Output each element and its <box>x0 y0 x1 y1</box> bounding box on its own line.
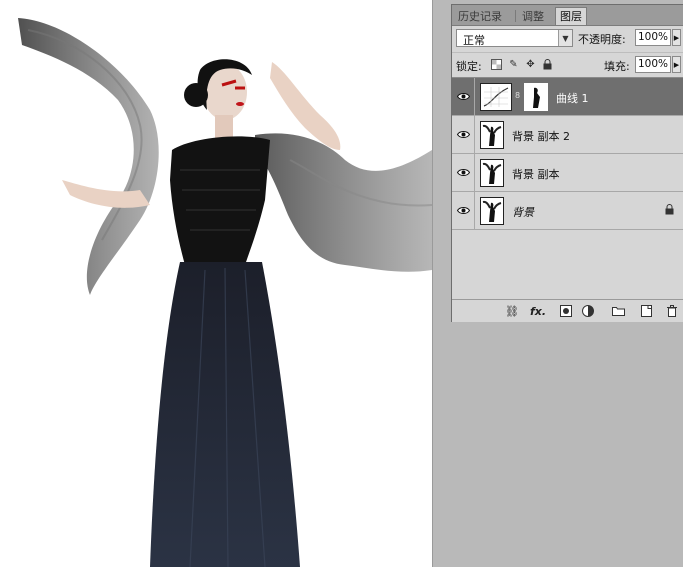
group-folder-icon[interactable] <box>610 303 626 319</box>
lock-label: 锁定: <box>456 60 482 73</box>
new-layer-icon[interactable] <box>638 303 654 319</box>
layer-thumbnail <box>480 121 504 149</box>
lock-icon <box>665 204 674 218</box>
eye-visibility-icon[interactable] <box>452 154 475 191</box>
layer-name: 背景 副本 <box>512 168 560 181</box>
lock-all-icon[interactable] <box>542 59 553 70</box>
layer-thumbnail <box>480 159 504 187</box>
trash-icon[interactable] <box>664 303 680 319</box>
fill-label: 填充: <box>604 60 630 73</box>
opacity-label: 不透明度: <box>578 33 626 46</box>
layer-row-curves-1[interactable]: 8 曲线 1 <box>452 78 683 116</box>
layer-name: 曲线 1 <box>556 92 589 105</box>
blend-mode-value: 正常 <box>463 34 485 47</box>
lock-position-move-icon[interactable]: ✥ <box>525 59 536 70</box>
layers-panel: 历史记录 调整 图层 正常 ▼ 不透明度: 100% ▶ 锁定: ✎ ✥ 填充:… <box>451 4 683 322</box>
layers-panel-toolbar: ⛓ fx. <box>452 299 683 322</box>
blend-mode-select[interactable]: 正常 ▼ <box>456 29 573 47</box>
eye-visibility-icon[interactable] <box>452 116 475 153</box>
chain-link-icon[interactable]: 8 <box>515 91 520 100</box>
fx-icon[interactable]: fx. <box>528 303 548 319</box>
lock-transparent-icon[interactable] <box>491 59 502 70</box>
layer-row-background-copy[interactable]: 背景 副本 <box>452 154 683 192</box>
opacity-slider-arrow-icon[interactable]: ▶ <box>672 29 681 46</box>
lock-fill-row: 锁定: ✎ ✥ 填充: 100% ▶ <box>452 52 683 77</box>
adjustment-icon[interactable] <box>580 303 596 319</box>
panel-tab-bar: 历史记录 调整 图层 <box>452 5 683 26</box>
link-icon[interactable]: ⛓ <box>504 303 520 319</box>
layer-mask-thumbnail[interactable] <box>524 83 548 111</box>
layer-name: 背景 副本 2 <box>512 130 570 143</box>
fill-slider-arrow-icon[interactable]: ▶ <box>672 56 681 73</box>
blend-opacity-row: 正常 ▼ 不透明度: 100% ▶ <box>452 27 683 51</box>
eye-visibility-icon[interactable] <box>452 192 475 229</box>
tab-layers[interactable]: 图层 <box>555 7 587 25</box>
document-canvas[interactable] <box>0 0 432 567</box>
fill-input[interactable]: 100% <box>635 56 671 73</box>
layer-row-background-copy-2[interactable]: 背景 副本 2 <box>452 116 683 154</box>
eye-visibility-icon[interactable] <box>452 78 475 115</box>
layers-list: 8 曲线 1 背景 副本 2 背景 副本 背景 <box>452 77 683 300</box>
tab-history[interactable]: 历史记录 <box>454 8 506 25</box>
opacity-input[interactable]: 100% <box>635 29 671 46</box>
layer-name: 背景 <box>512 206 534 219</box>
photo-dancer-in-black-dress <box>18 18 432 567</box>
curves-adjustment-icon <box>480 83 512 111</box>
mask-icon[interactable] <box>558 303 574 319</box>
chevron-down-icon[interactable]: ▼ <box>558 30 572 46</box>
layer-row-background[interactable]: 背景 <box>452 192 683 230</box>
lock-pixels-brush-icon[interactable]: ✎ <box>508 59 519 70</box>
tab-adjustments[interactable]: 调整 <box>518 8 548 25</box>
layer-thumbnail <box>480 197 504 225</box>
